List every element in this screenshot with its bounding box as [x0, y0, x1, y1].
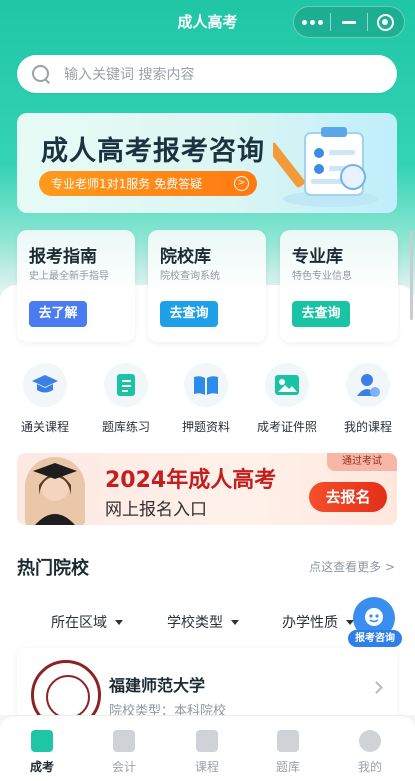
chevron-right-icon — [370, 681, 383, 694]
filter-ownership[interactable]: 办学性质 — [282, 612, 354, 632]
tab-exam[interactable]: 成考 — [12, 730, 72, 775]
tab-label: 我的 — [357, 760, 382, 774]
folder-icon — [113, 730, 135, 752]
tab-label: 课程 — [194, 760, 219, 774]
minimize-icon — [341, 20, 356, 24]
filter-label: 所在区域 — [51, 615, 107, 631]
more-dots-icon — [301, 19, 323, 25]
search-placeholder: 输入关键词 搜索内容 — [64, 67, 195, 83]
quick-item-label: 题库练习 — [101, 420, 150, 434]
promo-subtitle: 网上报名入口 — [105, 500, 207, 520]
banner-pill-text: 专业老师1对1服务 免费答疑 — [51, 177, 203, 191]
quick-item-label: 成考证件照 — [256, 420, 317, 434]
question-book-icon — [104, 363, 148, 407]
school-name: 福建师范大学 — [109, 676, 206, 695]
query-schools-button[interactable]: 去查询 — [160, 301, 218, 327]
tab-question-bank[interactable]: 题库 — [258, 730, 318, 775]
caret-down-icon — [115, 619, 123, 625]
filter-label: 学校类型 — [167, 615, 223, 631]
card-title: 报考指南 — [29, 247, 97, 267]
search-input[interactable]: 输入关键词 搜索内容 — [17, 55, 397, 93]
minimize-button[interactable] — [331, 7, 367, 37]
quick-item-id-photo[interactable]: 成考证件照 — [252, 363, 322, 435]
quick-item-label: 我的课程 — [343, 420, 392, 434]
search-icon — [32, 65, 50, 83]
tab-courses[interactable]: 课程 — [177, 730, 237, 775]
bottom-tab-bar: 成考 会计 课程 题库 我的 — [0, 715, 415, 781]
card-subtitle: 特色专业信息 — [292, 271, 352, 282]
graduate-photo — [25, 457, 85, 525]
open-book-icon — [184, 363, 228, 407]
quick-item-courses[interactable]: 通关课程 — [10, 363, 80, 435]
promo-tag: 通过考试 — [327, 453, 397, 471]
quick-item-materials[interactable]: 押题资料 — [171, 363, 241, 435]
card-subtitle: 院校查询系统 — [160, 271, 220, 282]
promo-title: 2024年成人高考 — [105, 468, 277, 493]
banner-service-pill[interactable]: 专业老师1对1服务 免费答疑 > — [39, 171, 257, 196]
tab-label: 题库 — [275, 760, 300, 774]
card-subtitle: 史上最全新手指导 — [29, 271, 109, 282]
title-bar: 成人高考 — [0, 0, 415, 44]
view-more-link[interactable]: 点这查看更多 > — [309, 558, 395, 575]
book-icon — [196, 730, 218, 752]
graduation-cap-icon — [23, 363, 67, 407]
filter-label: 办学性质 — [282, 615, 338, 631]
target-icon — [377, 13, 395, 31]
registration-banner[interactable]: 2024年成人高考 网上报名入口 通过考试 去报名 — [17, 453, 397, 525]
quick-item-label: 通关课程 — [20, 420, 69, 434]
quick-item-question-bank[interactable]: 题库练习 — [91, 363, 161, 435]
quick-item-label: 押题资料 — [181, 420, 230, 434]
quick-entry-grid: 通关课程 题库练习 押题资料 成考证件照 我的课程 — [0, 355, 415, 440]
card-major-library[interactable]: 专业库 特色专业信息 去查询 — [280, 230, 398, 342]
query-majors-button[interactable]: 去查询 — [292, 301, 350, 327]
caret-down-icon — [231, 619, 239, 625]
tab-mine[interactable]: 我的 — [340, 730, 400, 775]
tab-label: 会计 — [111, 760, 136, 774]
card-title: 院校库 — [160, 247, 211, 267]
consult-banner[interactable]: 成人高考报考咨询 专业老师1对1服务 免费答疑 > — [17, 113, 397, 213]
consult-label: 报考咨询 — [348, 630, 402, 647]
banner-title: 成人高考报考咨询 — [41, 136, 265, 167]
section-title: 热门院校 — [17, 558, 89, 579]
tab-label: 成考 — [29, 760, 54, 774]
quick-item-my-courses[interactable]: 我的课程 — [333, 363, 403, 435]
floating-consult-button[interactable]: 报考咨询 — [348, 597, 402, 649]
filter-region[interactable]: 所在区域 — [51, 612, 123, 632]
miniprogram-capsule — [293, 6, 405, 38]
register-button[interactable]: 去报名 — [309, 482, 387, 512]
tab-accounting[interactable]: 会计 — [94, 730, 154, 775]
pen-document-icon — [31, 730, 53, 752]
user-icon — [359, 730, 381, 752]
filter-school-type[interactable]: 学校类型 — [167, 612, 239, 632]
card-school-library[interactable]: 院校库 院校查询系统 去查询 — [148, 230, 266, 342]
photo-icon — [265, 363, 309, 407]
close-miniprogram-button[interactable] — [368, 7, 404, 37]
user-course-icon — [346, 363, 390, 407]
scrollbar[interactable] — [410, 230, 413, 320]
card-title: 专业库 — [292, 247, 343, 267]
more-menu-button[interactable] — [294, 7, 330, 37]
clipboard-illustration-icon — [273, 127, 379, 207]
card-guide[interactable]: 报考指南 史上最全新手指导 去了解 — [17, 230, 135, 342]
arrow-right-icon: > — [234, 176, 249, 191]
notebook-icon — [277, 730, 299, 752]
learn-more-button[interactable]: 去了解 — [29, 301, 87, 327]
